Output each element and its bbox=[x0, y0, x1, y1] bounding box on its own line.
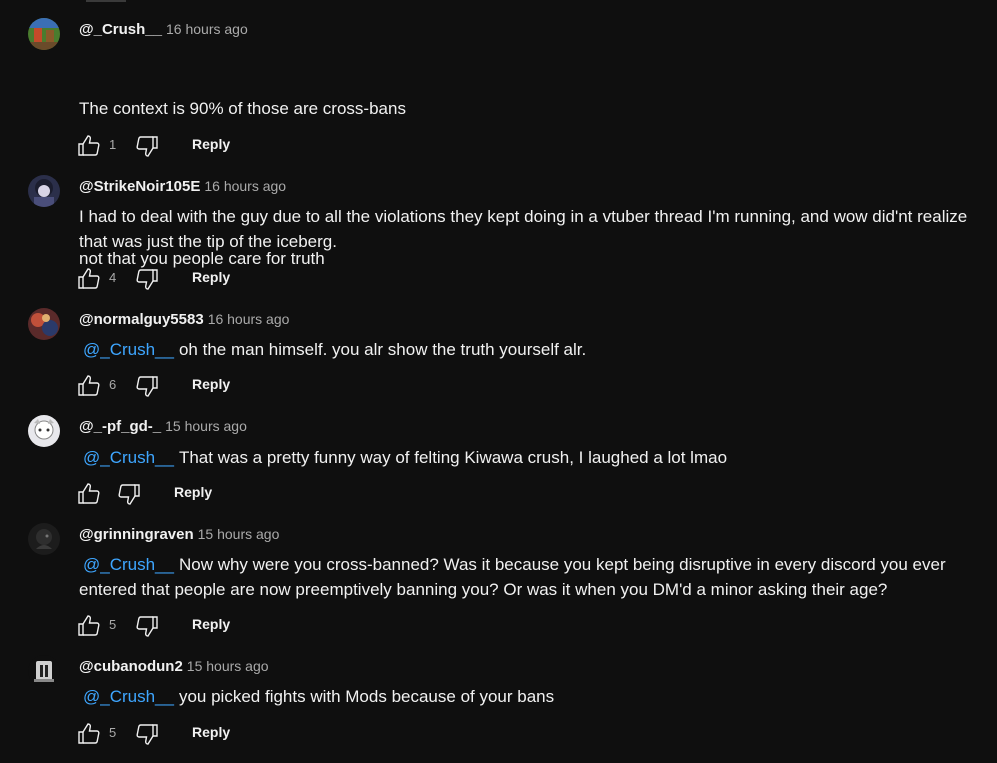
thumbs-up-icon[interactable] bbox=[77, 267, 101, 291]
thumbs-down-icon[interactable] bbox=[135, 374, 159, 398]
avatar[interactable] bbox=[28, 415, 60, 447]
thumbs-down-icon[interactable] bbox=[117, 482, 141, 506]
mention-link[interactable]: @_Crush__ bbox=[83, 687, 174, 706]
author-name[interactable]: @cubanodun2 bbox=[79, 658, 183, 675]
avatar[interactable] bbox=[28, 18, 60, 50]
author-name[interactable]: @_Crush__ bbox=[79, 21, 162, 38]
like-count: 5 bbox=[109, 725, 117, 740]
reply-button[interactable]: Reply bbox=[192, 616, 230, 632]
author-name[interactable]: @grinningraven bbox=[79, 526, 194, 543]
like-count: 6 bbox=[109, 377, 117, 392]
timestamp[interactable]: 15 hours ago bbox=[198, 526, 280, 542]
thumbs-up-icon[interactable] bbox=[77, 614, 101, 638]
thumbs-up-icon[interactable] bbox=[77, 134, 101, 158]
comment-header: @cubanodun2 15 hours ago bbox=[79, 658, 269, 676]
timestamp[interactable]: 15 hours ago bbox=[187, 658, 269, 674]
like-count: 4 bbox=[109, 270, 117, 285]
reply-button[interactable]: Reply bbox=[192, 269, 230, 285]
mention-link[interactable]: @_Crush__ bbox=[83, 448, 174, 467]
comment-header: @normalguy5583 16 hours ago bbox=[79, 311, 289, 329]
thumbs-down-icon[interactable] bbox=[135, 614, 159, 638]
reply-button[interactable]: Reply bbox=[192, 136, 230, 152]
comment-text: @_Crush__ That was a pretty funny way of … bbox=[79, 445, 994, 470]
comment-line: That was a pretty funny way of felting K… bbox=[178, 448, 728, 467]
thumbs-down-icon[interactable] bbox=[135, 267, 159, 291]
comment-text: @_Crush__ oh the man himself. you alr sho… bbox=[79, 337, 994, 362]
timestamp[interactable]: 16 hours ago bbox=[204, 178, 286, 194]
author-name[interactable]: @StrikeNoir105E bbox=[79, 178, 200, 195]
avatar[interactable] bbox=[28, 308, 60, 340]
comment-line: The context is 90% of those are cross-ba… bbox=[79, 99, 406, 118]
author-name[interactable]: @normalguy5583 bbox=[79, 311, 204, 328]
comment-text: I had to deal with the guy due to all th… bbox=[79, 207, 972, 251]
timestamp[interactable]: 15 hours ago bbox=[165, 418, 247, 434]
thumbs-up-icon[interactable] bbox=[77, 374, 101, 398]
divider bbox=[86, 0, 126, 2]
reply-button[interactable]: Reply bbox=[192, 724, 230, 740]
comment-line: Now why were you cross-banned? Was it be… bbox=[79, 555, 951, 599]
reply-button[interactable]: Reply bbox=[192, 376, 230, 392]
comment-header: @_Crush__ 16 hours ago bbox=[79, 21, 248, 39]
thumbs-up-icon[interactable] bbox=[77, 482, 101, 506]
comment-header: @StrikeNoir105E 16 hours ago bbox=[79, 178, 286, 196]
reply-button[interactable]: Reply bbox=[174, 484, 212, 500]
like-count: 1 bbox=[109, 137, 117, 152]
thumbs-down-icon[interactable] bbox=[135, 134, 159, 158]
comment-line: oh the man himself. you alr show the tru… bbox=[178, 340, 587, 359]
comment-header: @grinningraven 15 hours ago bbox=[79, 526, 279, 544]
comment-text: @_Crush__ Now why were you cross-banned? … bbox=[79, 552, 994, 602]
author-name[interactable]: @_-pf_gd-_ bbox=[79, 418, 161, 435]
timestamp[interactable]: 16 hours ago bbox=[208, 311, 290, 327]
comment-header: @_-pf_gd-_ 15 hours ago bbox=[79, 418, 247, 436]
like-count: 5 bbox=[109, 617, 117, 632]
comment-line: you picked fights with Mods because of y… bbox=[178, 687, 555, 706]
mention-link[interactable]: @_Crush__ bbox=[83, 340, 174, 359]
mention-link[interactable]: @_Crush__ bbox=[83, 555, 174, 574]
avatar[interactable] bbox=[28, 523, 60, 555]
thumbs-down-icon[interactable] bbox=[135, 722, 159, 746]
thumbs-up-icon[interactable] bbox=[77, 722, 101, 746]
avatar[interactable] bbox=[28, 655, 60, 687]
timestamp[interactable]: 16 hours ago bbox=[166, 21, 248, 37]
avatar[interactable] bbox=[28, 175, 60, 207]
comment-text: @_Crush__ you picked fights with Mods bec… bbox=[79, 684, 994, 709]
